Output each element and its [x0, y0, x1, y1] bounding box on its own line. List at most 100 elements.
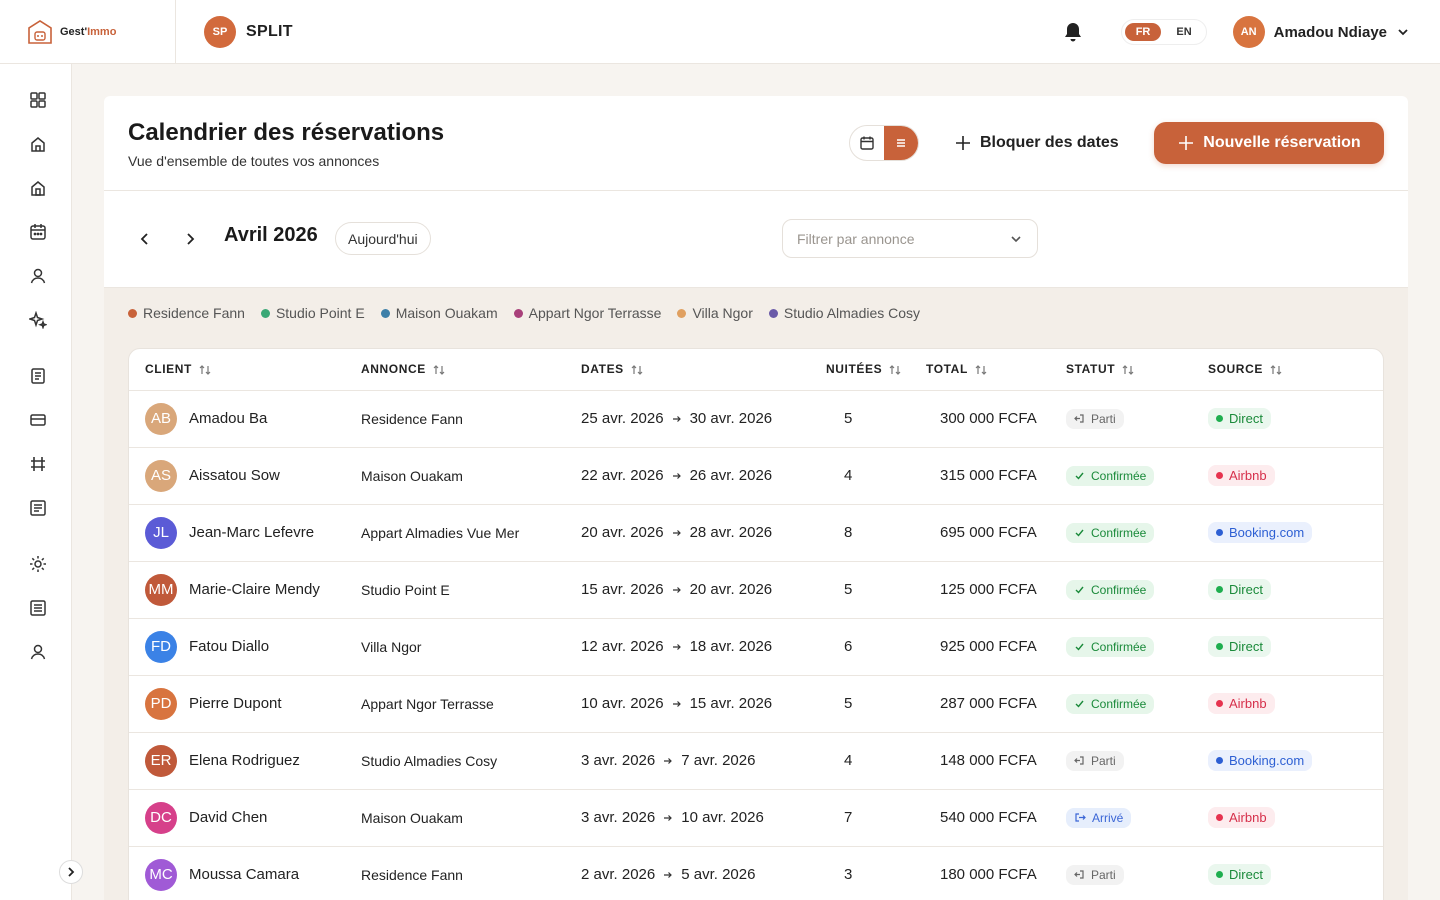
table-row[interactable]: FD Fatou Diallo Villa Ngor 12 avr. 2026 18 a… [129, 618, 1383, 676]
document-icon[interactable] [28, 366, 48, 386]
end-date: 30 avr. 2026 [689, 410, 773, 427]
logo-icon [28, 19, 52, 44]
end-date: 15 avr. 2026 [689, 695, 773, 712]
chevron-left-icon [140, 233, 148, 245]
client-name[interactable]: Marie-Claire Mendy [189, 581, 320, 598]
table-row[interactable]: PD Pierre Dupont Appart Ngor Terrasse 10 av… [129, 675, 1383, 733]
lang-en[interactable]: EN [1165, 23, 1202, 41]
cell-annonce: Studio Almadies Cosy [361, 732, 581, 790]
property-icon[interactable] [28, 178, 48, 198]
sparkle-icon[interactable] [28, 310, 48, 330]
today-button[interactable]: Aujourd'hui [335, 222, 431, 255]
logo-text: Gest'Immo [60, 25, 117, 38]
card-icon[interactable] [28, 410, 48, 430]
cell-nuitees: 8 [806, 504, 926, 562]
column-header-annonce[interactable]: ANNONCE [361, 349, 581, 391]
filter-placeholder: Filtrer par annonce [797, 230, 915, 247]
client-name[interactable]: Jean-Marc Lefevre [189, 524, 314, 541]
list-icon[interactable] [28, 498, 48, 518]
column-header-total[interactable]: TOTAL [926, 349, 1066, 391]
client-name[interactable]: Pierre Dupont [189, 695, 282, 712]
user-icon[interactable] [28, 266, 48, 286]
cell-total: 300 000 FCFA [926, 390, 1066, 448]
client-name[interactable]: Moussa Camara [189, 866, 299, 883]
table-row[interactable]: AS Aissatou Sow Maison Ouakam 22 avr. 2026 2… [129, 447, 1383, 505]
calendar-icon[interactable] [28, 222, 48, 242]
column-header-source[interactable]: SOURCE [1208, 349, 1383, 391]
legend-item: Studio Point E [260, 305, 365, 321]
sort-icon [433, 365, 445, 375]
check-icon [1075, 586, 1084, 594]
arrow-right-icon [664, 757, 673, 764]
client-name[interactable]: Elena Rodriguez [189, 752, 300, 769]
arrow-right-icon [672, 586, 681, 593]
status-badge: Parti [1066, 864, 1124, 885]
table-row[interactable]: AB Amadou Ba Residence Fann 25 avr. 2026 30 … [129, 390, 1383, 448]
client-name[interactable]: Amadou Ba [189, 410, 267, 427]
calendar-view-button[interactable] [850, 126, 884, 160]
column-header-dates[interactable]: DATES [581, 349, 806, 391]
source-dot [1216, 472, 1223, 479]
organization-switcher[interactable]: SP SPLIT [176, 15, 293, 48]
home-icon[interactable] [28, 134, 48, 154]
source-badge: Airbnb [1208, 807, 1275, 828]
settings-icon[interactable] [28, 554, 48, 574]
cell-client: AS Aissatou Sow [129, 447, 361, 505]
client-name[interactable]: David Chen [189, 809, 267, 826]
column-header-statut[interactable]: STATUT [1066, 349, 1208, 391]
table-row[interactable]: DC David Chen Maison Ouakam 3 avr. 2026 10 a… [129, 789, 1383, 847]
cell-annonce: Maison Ouakam [361, 447, 581, 505]
source-dot [1216, 757, 1223, 764]
block-dates-button[interactable]: Bloquer des dates [954, 128, 1119, 158]
source-dot [1216, 871, 1223, 878]
chevron-right-icon [187, 233, 195, 245]
status-badge: Confirmée [1066, 693, 1155, 714]
cell-dates: 3 avr. 2026 10 avr. 2026 [581, 789, 806, 847]
client-avatar: MM [145, 573, 177, 606]
client-name[interactable]: Aissatou Sow [189, 467, 280, 484]
table-row[interactable]: MM Marie-Claire Mendy Studio Point E 15 avr… [129, 561, 1383, 619]
listing-filter-select[interactable]: Filtrer par annonce [782, 219, 1038, 258]
user-menu[interactable]: AN Amadou Ndiaye [1232, 16, 1410, 48]
status-badge: Parti [1066, 408, 1124, 429]
cell-statut: Parti [1066, 390, 1208, 448]
client-avatar: JL [145, 516, 177, 549]
new-reservation-button[interactable]: Nouvelle réservation [1154, 122, 1384, 164]
end-date: 26 avr. 2026 [689, 467, 773, 484]
table-row[interactable]: JL Jean-Marc Lefevre Appart Almadies Vue M… [129, 504, 1383, 562]
cell-client: AB Amadou Ba [129, 390, 361, 448]
app-logo[interactable]: Gest'Immo [0, 0, 176, 64]
client-name[interactable]: Fatou Diallo [189, 638, 269, 655]
list-view-button[interactable] [884, 126, 918, 160]
cell-statut: Confirmée [1066, 618, 1208, 676]
listing-legend: Residence Fann Studio Point E Maison Oua… [128, 305, 920, 321]
page-header: Calendrier des réservations Vue d'ensemb… [104, 96, 1408, 191]
report-icon[interactable] [28, 598, 48, 618]
cell-total: 180 000 FCFA [926, 846, 1066, 900]
hashtag-icon[interactable] [28, 454, 48, 474]
cell-client: JL Jean-Marc Lefevre [129, 504, 361, 562]
plus-icon [956, 136, 970, 150]
client-avatar: PD [145, 687, 177, 720]
cell-total: 125 000 FCFA [926, 561, 1066, 619]
sidebar-expand-button[interactable] [59, 860, 83, 884]
lang-fr[interactable]: FR [1124, 23, 1162, 41]
client-avatar: AB [145, 402, 177, 435]
start-date: 3 avr. 2026 [581, 752, 656, 769]
cell-source: Direct [1208, 561, 1383, 619]
previous-month-button[interactable] [137, 231, 153, 247]
cell-source: Direct [1208, 618, 1383, 676]
start-date: 2 avr. 2026 [581, 866, 656, 883]
column-header-client[interactable]: CLIENT [129, 349, 361, 391]
start-date: 22 avr. 2026 [581, 467, 664, 484]
column-header-nuitees[interactable]: NUITÉES [806, 349, 926, 391]
end-date: 7 avr. 2026 [681, 752, 756, 769]
view-toggle [849, 125, 919, 161]
dashboard-icon[interactable] [28, 90, 48, 110]
next-month-button[interactable] [182, 231, 198, 247]
table-row[interactable]: ER Elena Rodriguez Studio Almadies Cosy 3 a… [129, 732, 1383, 790]
notification-bell-icon[interactable] [1063, 22, 1083, 42]
table-row[interactable]: MC Moussa Camara Residence Fann 2 avr. 2026… [129, 846, 1383, 900]
profile-icon[interactable] [28, 642, 48, 662]
org-name: SPLIT [246, 22, 293, 40]
